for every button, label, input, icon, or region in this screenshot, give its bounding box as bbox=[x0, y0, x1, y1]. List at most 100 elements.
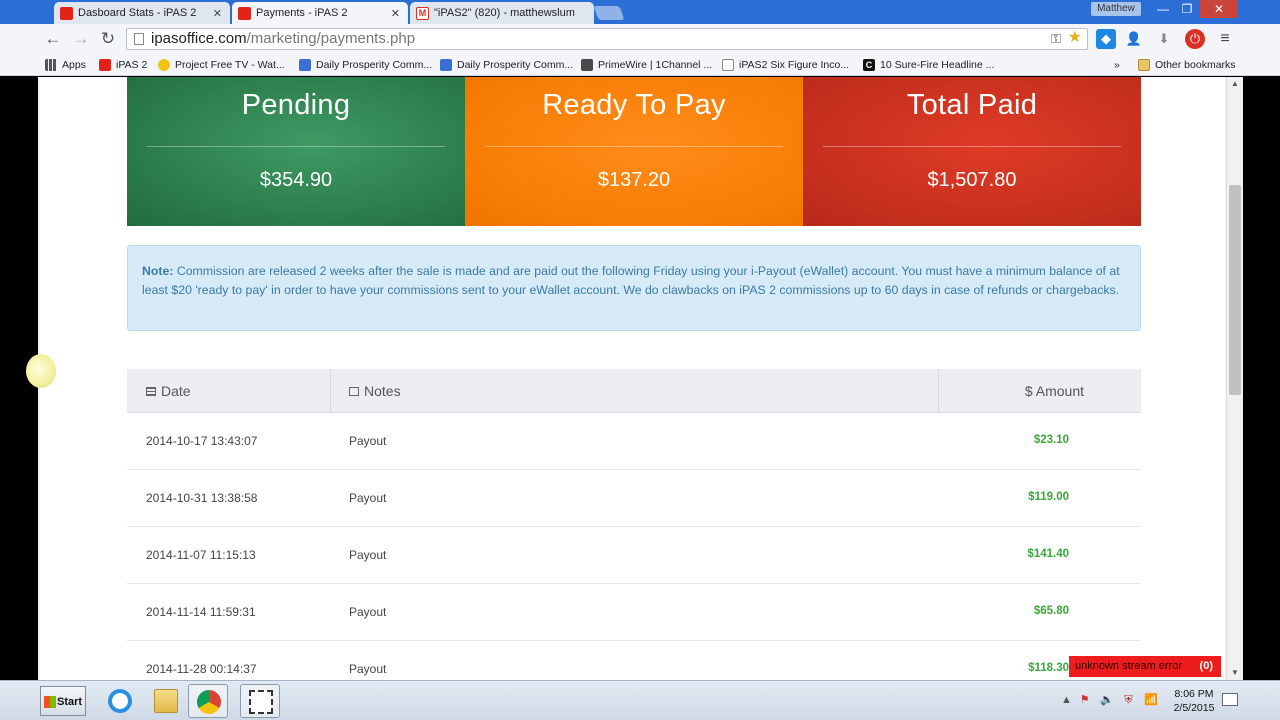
restore-icon[interactable]: ❐ bbox=[1176, 0, 1198, 18]
doc-icon bbox=[440, 59, 452, 71]
bookmark-primewire[interactable]: PrimeWire | 1Channel ... bbox=[581, 57, 712, 73]
system-clock[interactable]: 8:06 PM 2/5/2015 bbox=[1170, 687, 1218, 715]
commission-note: Note: Commission are released 2 weeks af… bbox=[127, 245, 1141, 331]
table-row[interactable]: 2014-10-31 13:38:58 Payout $119.00 bbox=[127, 470, 1141, 527]
forward-arrow-icon[interactable]: → bbox=[70, 28, 92, 50]
start-button[interactable]: Start bbox=[40, 686, 86, 716]
page-icon bbox=[722, 59, 734, 71]
scroll-up-icon[interactable]: ▲ bbox=[1227, 77, 1243, 91]
internet-explorer-icon bbox=[108, 689, 132, 713]
table-row[interactable]: 2014-10-17 13:43:07 Payout $23.10 bbox=[127, 413, 1141, 470]
notes-column-header[interactable]: Notes bbox=[349, 369, 401, 413]
date-header-label: Date bbox=[161, 383, 191, 399]
key-icon[interactable]: ⚿ bbox=[1051, 29, 1061, 49]
menu-icon[interactable]: ≡ bbox=[1215, 29, 1235, 49]
show-desktop-button[interactable] bbox=[1222, 693, 1238, 706]
column-divider bbox=[330, 369, 331, 413]
table-row[interactable]: 2014-11-28 00:14:37 Payout $118.30 bbox=[127, 641, 1141, 680]
page-scrollbar[interactable]: ▲ ▼ bbox=[1226, 77, 1243, 680]
volume-icon[interactable]: 🔈 bbox=[1100, 694, 1114, 707]
folder-icon bbox=[1138, 59, 1150, 71]
bookmark-project-free-tv[interactable]: Project Free TV - Wat... bbox=[158, 57, 285, 73]
pending-card: Pending $354.90 bbox=[127, 77, 465, 226]
folder-icon bbox=[154, 689, 178, 713]
table-row[interactable]: 2014-11-14 11:59:31 Payout $65.80 bbox=[127, 584, 1141, 641]
bookmark-ipas2[interactable]: iPAS 2 bbox=[99, 57, 147, 73]
window-right-frame bbox=[1243, 77, 1280, 680]
page-icon bbox=[134, 33, 144, 45]
error-count: (0) bbox=[1199, 660, 1213, 672]
security-icon[interactable]: ⛨ bbox=[1122, 694, 1135, 707]
tab-gmail[interactable]: M "iPAS2" (820) - matthewslum bbox=[410, 2, 594, 24]
taskbar-snipping-tool[interactable] bbox=[240, 684, 280, 718]
payments-table-header: Date Notes $ Amount bbox=[127, 369, 1141, 413]
ipas-favicon-icon bbox=[238, 6, 251, 20]
amount-header-label: $ Amount bbox=[1024, 383, 1084, 399]
bookmark-label: PrimeWire | 1Channel ... bbox=[598, 59, 713, 71]
close-tab-icon[interactable]: ✕ bbox=[391, 7, 400, 20]
tab-payments[interactable]: Payments - iPAS 2 ✕ bbox=[232, 2, 408, 24]
address-bar[interactable]: ipasoffice.com/marketing/payments.php ⚿ … bbox=[126, 28, 1088, 50]
network-icon[interactable]: 📶 bbox=[1144, 694, 1158, 707]
bookmark-label: Daily Prosperity Comm... bbox=[457, 59, 574, 71]
doc-icon bbox=[299, 59, 311, 71]
taskbar-chrome[interactable] bbox=[188, 684, 228, 718]
back-arrow-icon[interactable]: ← bbox=[42, 28, 64, 50]
new-tab-button[interactable] bbox=[593, 6, 625, 20]
bookmark-star-icon[interactable]: ★ bbox=[1068, 28, 1082, 48]
bookmarks-overflow-button[interactable]: » bbox=[1114, 57, 1120, 73]
tray-expand-icon[interactable]: ▲ bbox=[1060, 694, 1073, 707]
row-note: Payout bbox=[349, 491, 387, 505]
extension-diamond-icon[interactable]: ◆ bbox=[1096, 29, 1116, 49]
close-window-icon[interactable]: ✕ bbox=[1200, 0, 1238, 18]
payments-page: Pending $354.90 Ready To Pay $137.20 Tot… bbox=[40, 77, 1225, 680]
extension-power-icon[interactable]: ⏻ bbox=[1185, 29, 1205, 49]
row-note: Payout bbox=[349, 434, 387, 448]
scrollbar-thumb[interactable] bbox=[1229, 185, 1241, 395]
card-divider bbox=[485, 146, 783, 147]
clock-date: 2/5/2015 bbox=[1173, 702, 1215, 714]
extension-person-icon[interactable]: 👤 bbox=[1124, 29, 1144, 49]
notes-icon bbox=[349, 386, 359, 396]
other-bookmarks[interactable]: Other bookmarks bbox=[1138, 57, 1236, 73]
pending-value: $354.90 bbox=[259, 169, 333, 191]
bookmark-daily-prosperity-2[interactable]: Daily Prosperity Comm... bbox=[440, 57, 573, 73]
reload-icon[interactable]: ↻ bbox=[97, 28, 119, 50]
table-row[interactable]: 2014-11-07 11:15:13 Payout $141.40 bbox=[127, 527, 1141, 584]
taskbar-internet-explorer[interactable] bbox=[100, 684, 140, 718]
bookmark-label: Daily Prosperity Comm... bbox=[316, 59, 433, 71]
row-amount: $65.80 bbox=[1033, 605, 1069, 617]
start-label: Start bbox=[57, 696, 83, 708]
scroll-down-icon[interactable]: ▼ bbox=[1227, 666, 1243, 680]
row-date: 2014-11-14 11:59:31 bbox=[146, 605, 256, 619]
bookmark-label: Apps bbox=[62, 59, 86, 71]
taskbar-file-explorer[interactable] bbox=[146, 684, 186, 718]
tab-dashboard-stats[interactable]: Dasboard Stats - iPAS 2 ✕ bbox=[54, 2, 230, 24]
row-note: Payout bbox=[349, 662, 387, 676]
bookmark-ipas2-six-figure[interactable]: iPAS2 Six Figure Inco... bbox=[722, 57, 849, 73]
bookmark-headline[interactable]: C 10 Sure-Fire Headline ... bbox=[863, 57, 994, 73]
profile-button[interactable]: Matthew bbox=[1091, 2, 1141, 16]
url-path: /marketing/payments.php bbox=[246, 30, 416, 47]
stream-error-badge[interactable]: unknown stream error (0) bbox=[1069, 656, 1221, 677]
amount-column-header[interactable]: $ Amount bbox=[1025, 369, 1084, 413]
bookmark-label: iPAS 2 bbox=[116, 59, 148, 71]
gmail-favicon-icon: M bbox=[416, 6, 429, 20]
bookmark-apps[interactable]: Apps bbox=[45, 57, 86, 73]
close-tab-icon[interactable]: ✕ bbox=[213, 7, 222, 20]
row-note: Payout bbox=[349, 548, 387, 562]
clock-time: 8:06 PM bbox=[1174, 688, 1214, 700]
browser-titlebar: Dasboard Stats - iPAS 2 ✕ Payments - iPA… bbox=[0, 0, 1280, 24]
bookmark-daily-prosperity-1[interactable]: Daily Prosperity Comm... bbox=[299, 57, 432, 73]
minimize-icon[interactable]: — bbox=[1152, 0, 1174, 18]
column-divider bbox=[938, 369, 939, 413]
row-date: 2014-10-17 13:43:07 bbox=[146, 434, 258, 448]
action-center-flag-icon[interactable]: ⚑ bbox=[1078, 694, 1091, 707]
row-amount: $23.10 bbox=[1033, 434, 1069, 446]
note-text: Commission are released 2 weeks after th… bbox=[142, 264, 1120, 297]
bookmarks-bar: Apps iPAS 2 Project Free TV - Wat... Dai… bbox=[0, 54, 1280, 76]
date-column-header[interactable]: Date bbox=[146, 369, 191, 413]
row-date: 2014-11-28 00:14:37 bbox=[146, 662, 257, 676]
download-icon[interactable]: ⬇ bbox=[1154, 29, 1174, 49]
windows-taskbar: Start ▲ ⚑ 🔈 ⛨ 📶 8:06 PM 2/5/2015 bbox=[0, 680, 1280, 720]
